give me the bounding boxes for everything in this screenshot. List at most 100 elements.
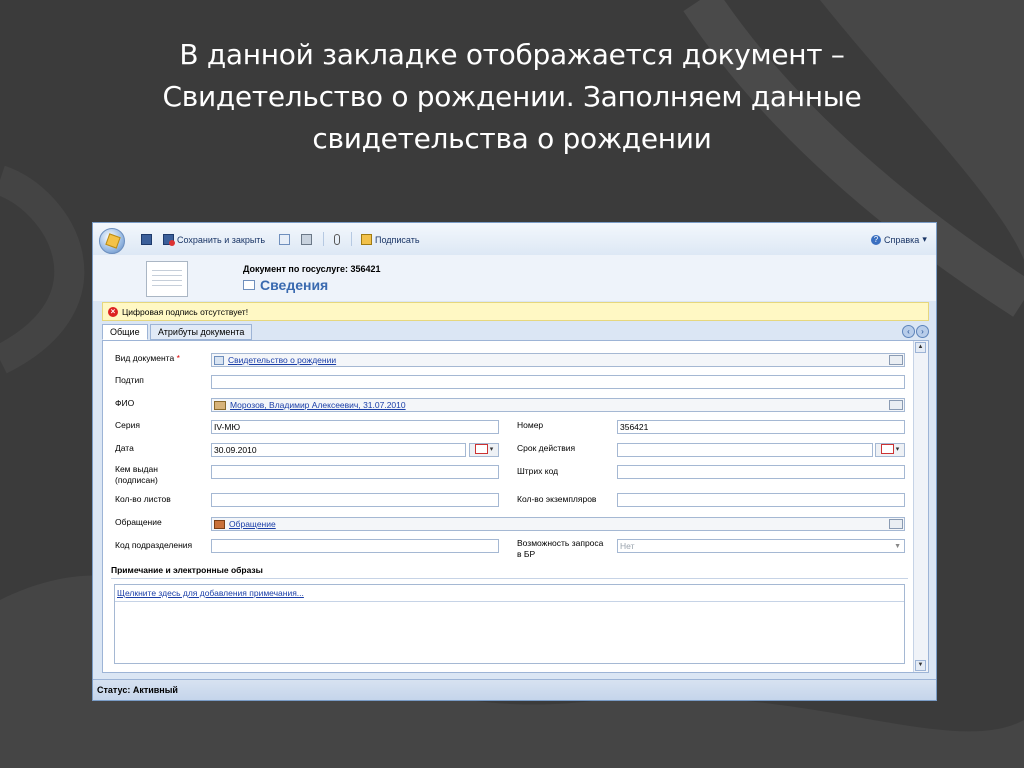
save-close-label: Сохранить и закрыть bbox=[177, 234, 266, 245]
issued-by-label-line2: (подписан) bbox=[115, 475, 158, 485]
validity-picker-button[interactable]: ▾ bbox=[875, 443, 905, 457]
sheets-label: Кол-во листов bbox=[115, 494, 171, 504]
document-type-icon bbox=[214, 355, 224, 365]
issued-by-label-line1: Кем выдан bbox=[115, 464, 158, 474]
record-title-text: Сведения bbox=[260, 277, 329, 293]
toolbar-separator bbox=[351, 232, 352, 246]
sign-icon bbox=[361, 234, 372, 245]
record-header: Документ по госуслуге: 356421 Сведения bbox=[93, 255, 936, 301]
record-document-icon bbox=[146, 261, 188, 297]
request-br-select[interactable]: Нет ▼ bbox=[617, 539, 905, 553]
lookup-search-icon[interactable] bbox=[889, 355, 903, 365]
toolbar-separator bbox=[323, 232, 324, 246]
validity-label: Срок действия bbox=[517, 443, 576, 453]
sheets-field[interactable] bbox=[211, 493, 499, 507]
dept-code-field[interactable] bbox=[211, 539, 499, 553]
doc-type-label: Вид документа * bbox=[115, 353, 180, 364]
fio-lookup[interactable]: Морозов, Владимир Алексеевич, 31.07.2010 bbox=[211, 398, 905, 412]
scroll-down-button[interactable]: ▼ bbox=[915, 660, 926, 671]
fio-link[interactable]: Морозов, Владимир Алексеевич, 31.07.2010 bbox=[230, 399, 406, 411]
slide-title: В данной закладке отображается документ … bbox=[100, 34, 924, 160]
date-picker-button[interactable]: ▾ bbox=[469, 443, 499, 457]
paperclip-icon bbox=[334, 234, 340, 245]
tab-nav: ‹ › bbox=[902, 325, 929, 338]
appeal-link[interactable]: Обращение bbox=[229, 518, 276, 530]
date-label: Дата bbox=[115, 443, 134, 453]
notes-divider bbox=[115, 601, 904, 602]
record-subtitle: Документ по госуслуге: 356421 bbox=[243, 264, 381, 274]
chevron-down-icon: ▼ bbox=[894, 543, 901, 550]
tab-general[interactable]: Общие bbox=[102, 324, 148, 340]
help-icon: ? bbox=[871, 234, 881, 245]
error-icon: × bbox=[108, 306, 118, 317]
help-label: Справка bbox=[884, 234, 920, 245]
lookup-search-icon[interactable] bbox=[889, 519, 903, 529]
date-field[interactable]: 30.09.2010 bbox=[211, 443, 466, 457]
notes-section-title: Примечание и электронные образы bbox=[111, 565, 263, 575]
barcode-field[interactable] bbox=[617, 465, 905, 479]
issued-by-field[interactable] bbox=[211, 465, 499, 479]
appeal-label: Обращение bbox=[115, 517, 162, 527]
help-button[interactable]: ? Справка ▾ bbox=[871, 234, 927, 245]
signature-warning: × Цифровая подпись отсутствует! bbox=[102, 302, 929, 321]
calendar-icon bbox=[474, 444, 488, 455]
series-label: Серия bbox=[115, 420, 140, 430]
save-close-button[interactable]: Сохранить и закрыть bbox=[163, 234, 266, 246]
subtype-field[interactable] bbox=[211, 375, 905, 389]
person-card-icon bbox=[214, 400, 226, 410]
request-br-value: Нет bbox=[620, 541, 635, 551]
slide-title-line: В данной закладке отображается документ … bbox=[179, 38, 845, 71]
form-tabs: Общие Атрибуты документа ‹ › bbox=[102, 324, 929, 340]
sign-label: Подписать bbox=[375, 234, 420, 245]
form-icon bbox=[243, 280, 255, 290]
form-panel: Вид документа * Свидетельство о рождении… bbox=[102, 340, 929, 673]
doc-type-lookup[interactable]: Свидетельство о рождении bbox=[211, 353, 905, 367]
copies-label: Кол-во экземпляров bbox=[517, 494, 597, 504]
required-mark: * bbox=[176, 353, 180, 363]
briefcase-icon bbox=[214, 519, 225, 529]
record-title: Сведения bbox=[243, 277, 328, 293]
dept-code-label: Код подразделения bbox=[115, 540, 193, 550]
tab-next-button[interactable]: › bbox=[916, 325, 929, 338]
notes-area[interactable]: Щелкните здесь для добавления примечания… bbox=[114, 584, 905, 664]
signature-warning-text: Цифровая подпись отсутствует! bbox=[122, 306, 249, 317]
toolbar: Сохранить и закрыть Подписать ? Справка … bbox=[93, 223, 936, 256]
save-close-icon bbox=[163, 234, 175, 246]
doc-type-label-text: Вид документа bbox=[115, 353, 175, 363]
save-icon bbox=[141, 234, 152, 245]
section-divider bbox=[111, 578, 908, 579]
print-button[interactable] bbox=[301, 234, 312, 245]
sign-button[interactable]: Подписать bbox=[361, 234, 420, 245]
request-br-label: Возможность запроса в БР bbox=[517, 538, 603, 560]
request-br-label-line1: Возможность запроса bbox=[517, 538, 604, 548]
request-br-label-line2: в БР bbox=[517, 549, 536, 559]
appeal-lookup[interactable]: Обращение bbox=[211, 517, 905, 531]
app-orb-button[interactable] bbox=[99, 228, 125, 254]
add-note-link[interactable]: Щелкните здесь для добавления примечания… bbox=[117, 588, 304, 598]
barcode-label: Штрих код bbox=[517, 466, 559, 476]
subtype-label: Подтип bbox=[115, 375, 144, 385]
tab-prev-button[interactable]: ‹ bbox=[902, 325, 915, 338]
crm-window: Сохранить и закрыть Подписать ? Справка … bbox=[92, 222, 937, 701]
print-icon bbox=[301, 234, 312, 245]
slide-title-line: свидетельства о рождении bbox=[312, 122, 712, 155]
tab-document-attributes[interactable]: Атрибуты документа bbox=[150, 324, 253, 340]
chevron-down-icon: ▾ bbox=[922, 234, 927, 244]
series-field[interactable]: IV-МЮ bbox=[211, 420, 499, 434]
status-bar: Статус: Активный bbox=[93, 679, 936, 700]
number-field[interactable]: 356421 bbox=[617, 420, 905, 434]
save-new-button[interactable] bbox=[279, 234, 290, 245]
calendar-icon bbox=[880, 444, 894, 455]
attach-button[interactable] bbox=[334, 234, 340, 245]
doc-type-link[interactable]: Свидетельство о рождении bbox=[228, 354, 336, 366]
fio-label: ФИО bbox=[115, 398, 135, 408]
issued-by-label: Кем выдан (подписан) bbox=[115, 464, 158, 486]
copies-field[interactable] bbox=[617, 493, 905, 507]
validity-field[interactable] bbox=[617, 443, 873, 457]
scroll-up-button[interactable]: ▲ bbox=[915, 342, 926, 353]
save-button[interactable] bbox=[141, 234, 152, 245]
document-icon bbox=[279, 234, 290, 245]
number-label: Номер bbox=[517, 420, 544, 430]
form-scrollbar[interactable]: ▲ ▼ bbox=[913, 341, 928, 672]
lookup-person-icon[interactable] bbox=[889, 400, 903, 410]
